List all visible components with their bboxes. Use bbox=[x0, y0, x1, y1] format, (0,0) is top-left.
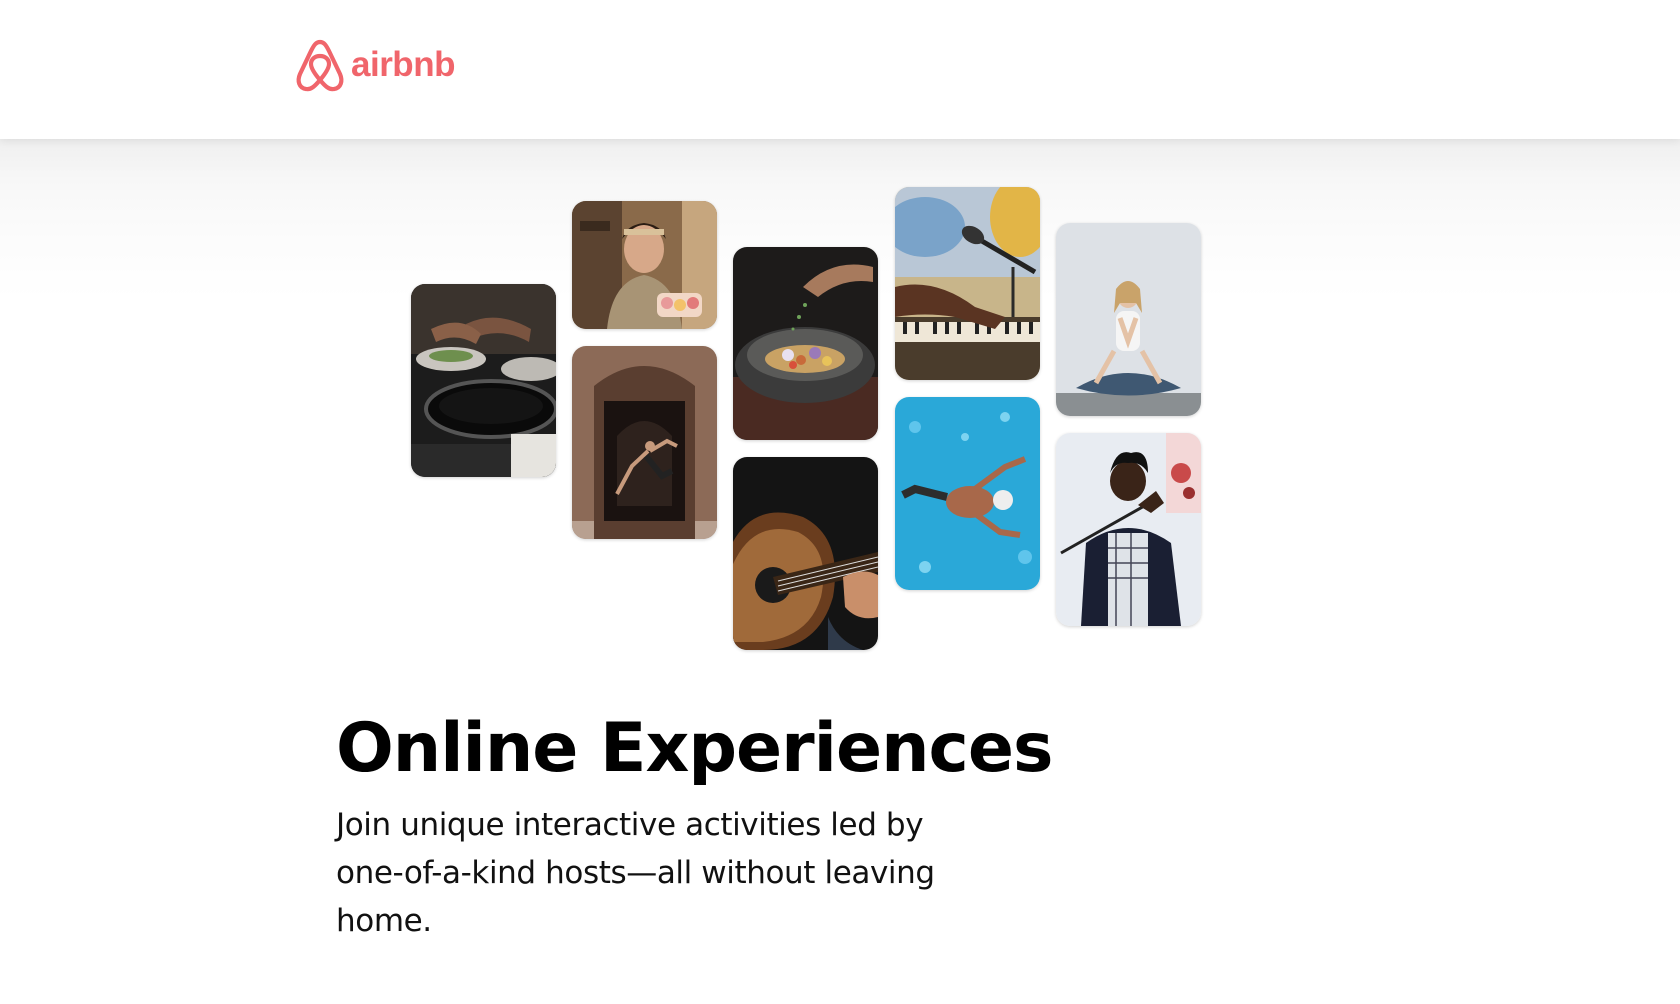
site-header: airbnb bbox=[0, 0, 1680, 139]
cooking-pans-photo[interactable] bbox=[411, 284, 556, 477]
dancer-in-doorway-photo[interactable] bbox=[572, 346, 717, 539]
page-subtitle: Join unique interactive activities led b… bbox=[336, 807, 935, 939]
page-title: Online Experiences bbox=[336, 709, 1053, 788]
hero-copy: Online Experiences Join unique interacti… bbox=[336, 705, 1056, 945]
keyboard-and-microphone-photo[interactable] bbox=[895, 187, 1040, 380]
baker-holding-macarons-photo[interactable] bbox=[572, 201, 717, 329]
meditation-yoga-photo[interactable] bbox=[1056, 223, 1201, 416]
swimmer-in-pool-photo[interactable] bbox=[895, 397, 1040, 590]
airbnb-logo[interactable]: airbnb bbox=[295, 38, 455, 92]
acoustic-guitar-photo[interactable] bbox=[733, 457, 878, 650]
singer-with-microphone-photo[interactable] bbox=[1056, 433, 1201, 626]
logo-wordmark: airbnb bbox=[351, 45, 455, 84]
airbnb-belo-icon bbox=[296, 39, 344, 92]
seasoning-bowl-photo[interactable] bbox=[733, 247, 878, 440]
